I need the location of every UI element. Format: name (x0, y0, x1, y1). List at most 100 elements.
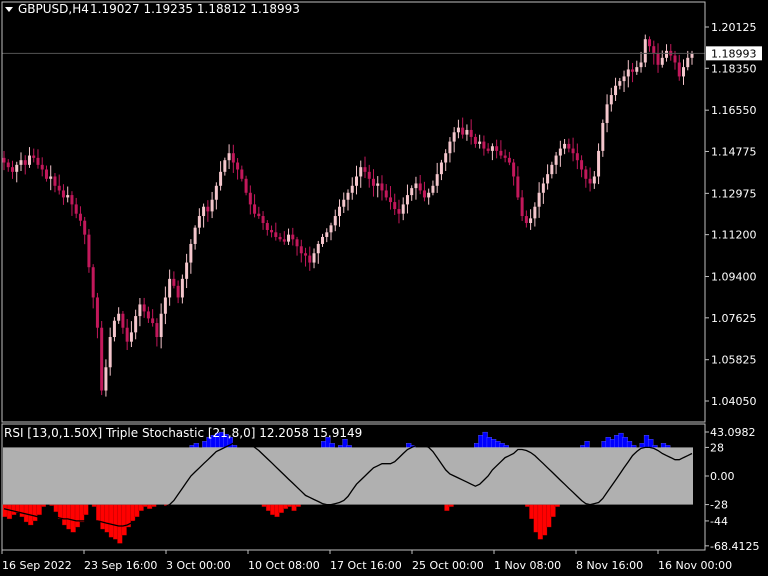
candle-body (652, 46, 656, 54)
rsi-bar-negative (295, 504, 301, 507)
candle-body (338, 206, 342, 217)
candle-body (172, 278, 176, 286)
ohlc-values: 1.19027 1.19235 1.18812 1.18993 (90, 2, 300, 16)
time-tick-label: 8 Nov 16:00 (576, 559, 643, 572)
candle-body (512, 162, 516, 177)
rsi-bar-negative (448, 504, 454, 507)
candle-body (274, 232, 278, 237)
candle-body (197, 216, 201, 228)
candle-body (257, 213, 261, 217)
candle-body (227, 153, 231, 161)
chart-canvas[interactable]: 1.20125 1.18350 1.16550 1.14775 1.12975 1.112… (0, 0, 768, 576)
indicator-pane[interactable] (2, 431, 693, 544)
candle-body (329, 225, 333, 233)
candle-body (363, 167, 367, 172)
candle-body (134, 316, 138, 333)
candle-body (308, 255, 312, 263)
candle-body (529, 218, 533, 224)
candle-body (495, 146, 499, 151)
price-tick-label: 1.11200 (711, 229, 757, 242)
rsi-bar-positive (329, 443, 335, 448)
candle-body (376, 183, 380, 186)
price-tick-label: 1.16550 (711, 104, 757, 117)
candle-body (61, 190, 65, 198)
indicator-tick-label: 43.0982 (710, 426, 756, 439)
candle-body (151, 318, 155, 324)
candle-body (100, 327, 104, 391)
candle-body (469, 129, 473, 137)
candle-body (44, 169, 48, 179)
candle-body (431, 185, 435, 193)
candle-body (202, 206, 206, 217)
candle-body (444, 153, 448, 163)
rsi-bar-positive (231, 445, 238, 448)
candle-body (346, 192, 350, 200)
price-tick-label: 1.14775 (711, 145, 757, 158)
candle-body (32, 155, 36, 158)
candle-body (321, 236, 325, 244)
candle-body (524, 216, 528, 224)
candle-body (533, 206, 537, 219)
rsi-bar-positive (193, 443, 199, 448)
candle-body (537, 192, 541, 207)
rsi-bar-positive (584, 441, 590, 448)
candle-body (575, 153, 579, 161)
candle-body (609, 95, 613, 105)
time-tick-label: 23 Sep 16:00 (84, 559, 157, 572)
candle-body (40, 164, 44, 170)
candle-body (350, 185, 354, 193)
rsi-bar-positive (631, 445, 637, 448)
candle-body (253, 204, 257, 214)
rsi-bar-positive (503, 445, 509, 448)
candle-body (83, 220, 87, 235)
candle-body (592, 176, 596, 184)
candle-body (53, 176, 57, 186)
candle-body (189, 243, 193, 263)
time-tick-label: 3 Oct 00:00 (166, 559, 231, 572)
candle-body (567, 143, 571, 149)
price-pane[interactable] (2, 34, 705, 397)
candle-body (554, 155, 558, 165)
candle-body (240, 169, 244, 179)
rsi-bar-positive (346, 445, 352, 448)
candle-body (418, 183, 422, 191)
candle-body (686, 57, 690, 68)
candle-body (673, 55, 677, 63)
candle-body (410, 188, 414, 196)
rsi-bar-negative (83, 504, 89, 515)
candle-body (74, 204, 78, 214)
candle-body (176, 285, 180, 298)
candle-body (597, 150, 601, 177)
candle-body (571, 148, 575, 154)
time-tick-label: 25 Oct 00:00 (412, 559, 484, 572)
candle-body (36, 157, 40, 165)
candle-body (367, 171, 371, 179)
indicator-tick-label: 0.00 (710, 470, 735, 483)
candle-body (291, 234, 295, 240)
time-tick-label: 1 Nov 08:00 (494, 559, 561, 572)
candle-body (665, 50, 669, 58)
candle-body (112, 320, 116, 338)
price-tick-label: 1.09400 (711, 271, 757, 284)
candle-body (19, 160, 23, 165)
candle-body (214, 185, 218, 200)
candle-body (388, 197, 392, 203)
time-tick-label: 16 Sep 2022 (2, 559, 72, 572)
candle-body (278, 236, 282, 240)
candle-body (435, 174, 439, 186)
candle-body (422, 190, 426, 198)
candle-body (223, 160, 227, 172)
triangle-down-icon[interactable] (5, 7, 13, 12)
rsi-bar-positive (665, 445, 671, 448)
candle-body (677, 62, 681, 77)
candle-body (295, 239, 299, 247)
price-tick-label: 1.12975 (711, 187, 757, 200)
rsi-bar-negative (40, 504, 47, 507)
candle-body (473, 136, 477, 144)
candle-body (10, 167, 14, 172)
candle-body (270, 229, 274, 233)
candle-body (27, 155, 31, 165)
candle-body (452, 132, 456, 142)
candle-body (626, 69, 630, 77)
candle-body (478, 141, 482, 144)
